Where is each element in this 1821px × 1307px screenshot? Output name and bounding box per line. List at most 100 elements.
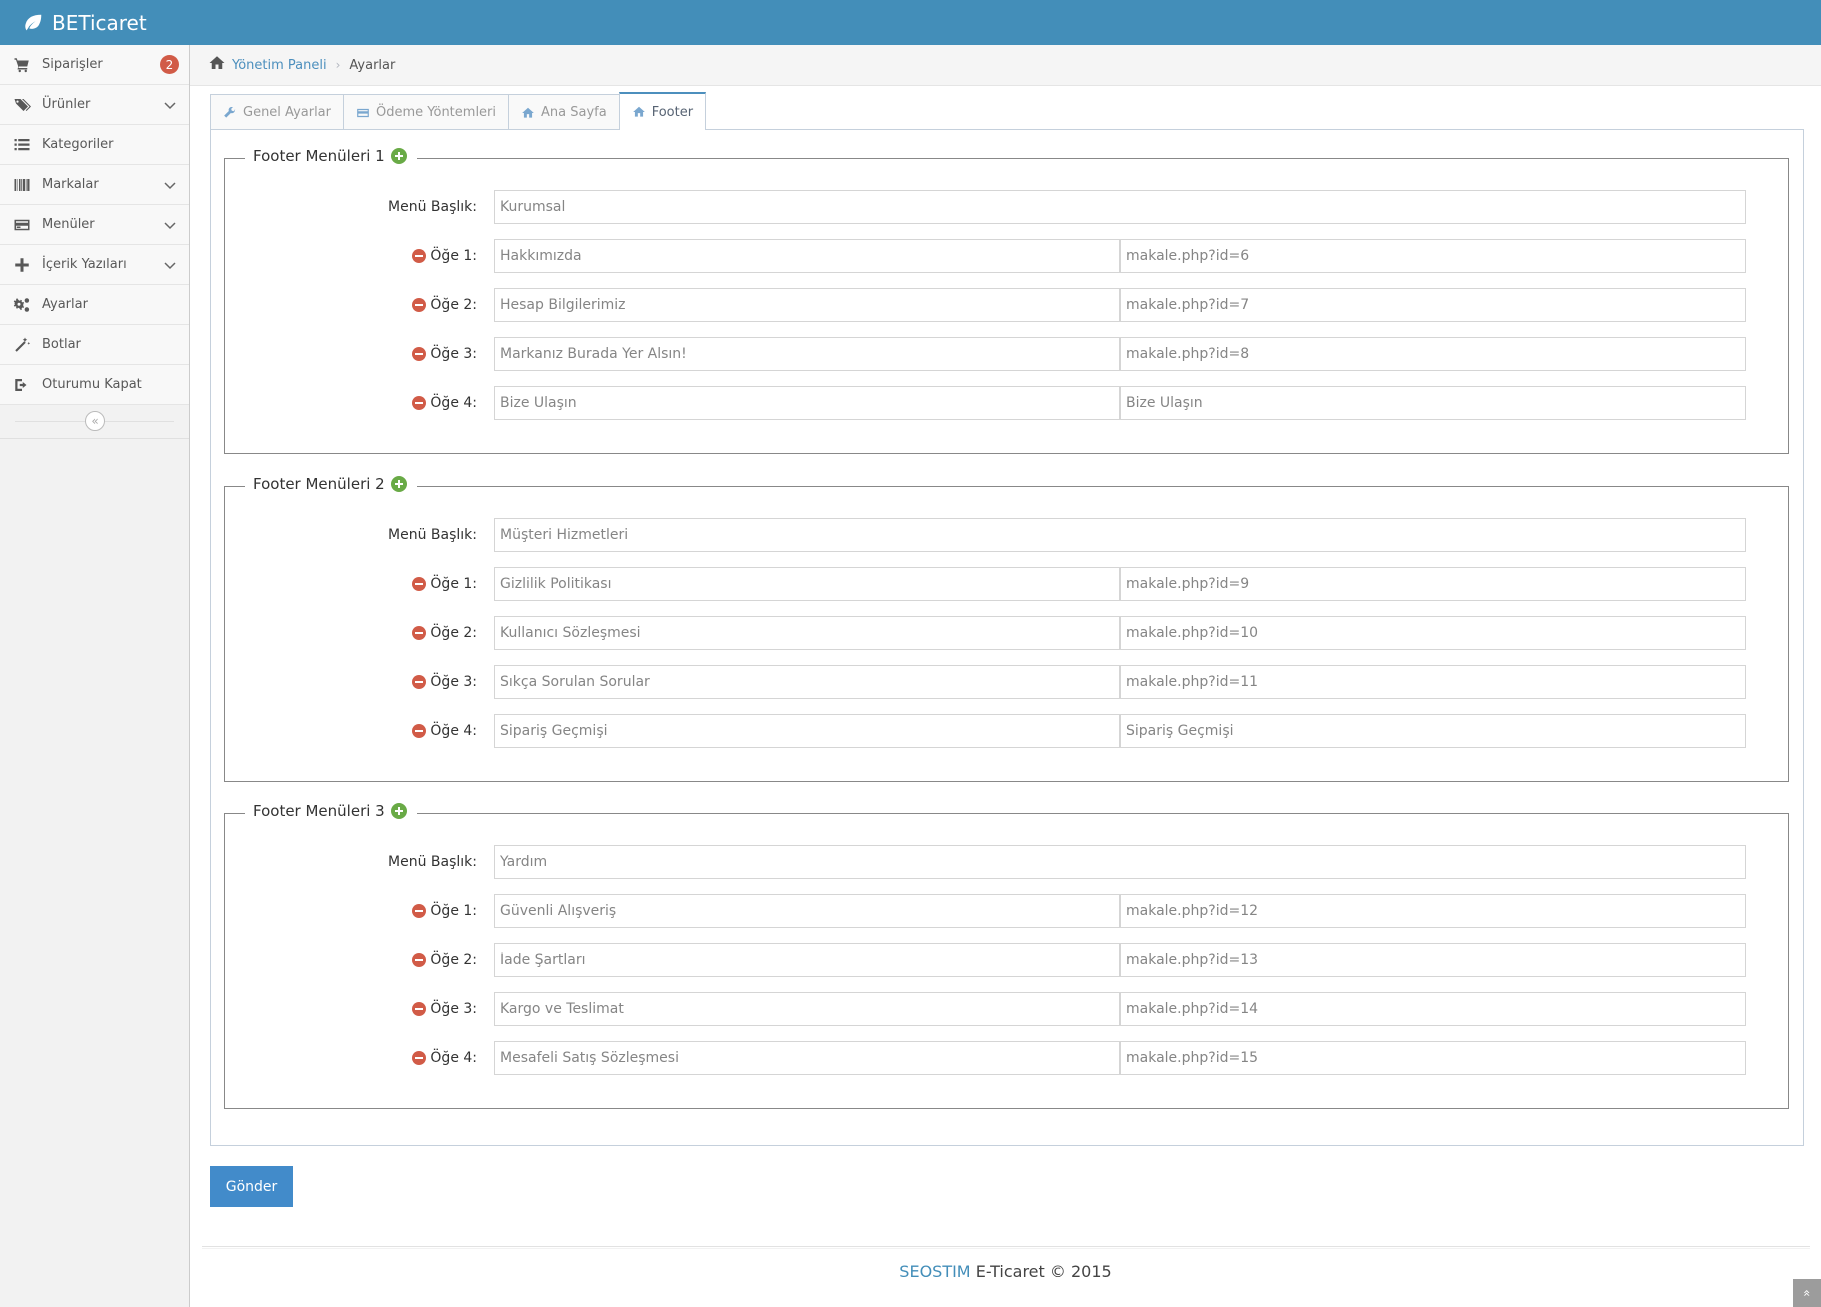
cogs-icon xyxy=(12,295,32,315)
menu-item-link-input[interactable] xyxy=(1120,992,1746,1026)
menu-item-link-input[interactable] xyxy=(1120,714,1746,748)
tab-label: Ana Sayfa xyxy=(541,105,607,120)
menu-item-link-input[interactable] xyxy=(1120,288,1746,322)
menu-item-label-text: Öğe 1: xyxy=(430,248,477,264)
menu-item-label-text: Öğe 4: xyxy=(430,1050,477,1066)
footer-menu-legend: Footer Menüleri 1 xyxy=(245,147,417,165)
remove-circle-icon[interactable] xyxy=(412,249,427,263)
menu-item-label: Öğe 4: xyxy=(412,1041,477,1075)
sidebar-item-menuler[interactable]: Menüler xyxy=(0,205,189,245)
remove-circle-icon[interactable] xyxy=(412,675,427,689)
menu-item-name-input[interactable] xyxy=(494,616,1120,650)
sidebar-collapse-button[interactable]: « xyxy=(85,411,105,431)
menu-item-name-input[interactable] xyxy=(494,665,1120,699)
menu-item-link-input[interactable] xyxy=(1120,665,1746,699)
sidebar-item-label: Oturumu Kapat xyxy=(42,377,142,392)
menu-item-label-text: Öğe 3: xyxy=(430,674,477,690)
shopping-cart-icon xyxy=(12,55,32,75)
sidebar-collapse-bar: « xyxy=(0,405,189,439)
plus-icon xyxy=(12,255,32,275)
menu-title-input[interactable] xyxy=(494,190,1746,224)
submit-button[interactable]: Gönder xyxy=(210,1166,293,1207)
remove-circle-icon[interactable] xyxy=(412,396,427,410)
menu-item-name-input[interactable] xyxy=(494,337,1120,371)
menu-item-name-input[interactable] xyxy=(494,567,1120,601)
menu-item-label: Öğe 2: xyxy=(412,288,477,322)
menu-item-row: Öğe 4: xyxy=(225,714,1788,748)
footer-menu-3: Footer Menüleri 3 Menü Başlık: Öğe 1: Öğ… xyxy=(224,802,1789,1109)
sidebar-item-markalar[interactable]: Markalar xyxy=(0,165,189,205)
menu-item-name-input[interactable] xyxy=(494,894,1120,928)
remove-circle-icon[interactable] xyxy=(412,626,427,640)
menu-item-link-input[interactable] xyxy=(1120,1041,1746,1075)
menu-item-name-input[interactable] xyxy=(494,288,1120,322)
remove-circle-icon[interactable] xyxy=(412,298,427,312)
menu-title-input[interactable] xyxy=(494,518,1746,552)
menu-title-row: Menü Başlık: xyxy=(225,845,1788,879)
menu-item-link-input[interactable] xyxy=(1120,567,1746,601)
tab-label: Genel Ayarlar xyxy=(243,105,331,120)
sidebar-item-siparisler[interactable]: Siparişler 2 xyxy=(0,45,189,85)
tab-genel-ayarlar[interactable]: Genel Ayarlar xyxy=(210,94,344,130)
menu-item-label: Öğe 4: xyxy=(412,714,477,748)
credit-card-icon xyxy=(357,108,369,117)
magic-wand-icon xyxy=(12,335,32,355)
menu-title-label: Menü Başlık: xyxy=(388,527,477,543)
remove-circle-icon[interactable] xyxy=(412,577,427,591)
sidebar-item-ayarlar[interactable]: Ayarlar xyxy=(0,285,189,325)
remove-circle-icon[interactable] xyxy=(412,953,427,967)
menu-item-label-text: Öğe 4: xyxy=(430,395,477,411)
barcode-icon xyxy=(12,175,32,195)
menu-item-row: Öğe 2: xyxy=(225,616,1788,650)
breadcrumb: Yönetim Paneli › Ayarlar xyxy=(190,45,1821,86)
menu-item-label: Öğe 2: xyxy=(412,616,477,650)
sidebar-item-botlar[interactable]: Botlar xyxy=(0,325,189,365)
menu-item-label-text: Öğe 2: xyxy=(430,297,477,313)
menu-item-link-input[interactable] xyxy=(1120,894,1746,928)
menu-title-input[interactable] xyxy=(494,845,1746,879)
menu-title-row: Menü Başlık: xyxy=(225,190,1788,224)
sidebar: Siparişler 2 Ürünler Kategoriler Markala… xyxy=(0,45,190,1307)
menu-item-row: Öğe 3: xyxy=(225,337,1788,371)
sidebar-item-label: Menüler xyxy=(42,217,95,232)
menu-item-link-input[interactable] xyxy=(1120,386,1746,420)
chevron-down-icon xyxy=(164,182,176,190)
sidebar-item-kategoriler[interactable]: Kategoriler xyxy=(0,125,189,165)
menu-item-row: Öğe 4: xyxy=(225,1041,1788,1075)
scroll-to-top-button[interactable]: « xyxy=(1793,1279,1821,1307)
remove-circle-icon[interactable] xyxy=(412,1002,427,1016)
settings-tabs: Genel Ayarlar Ödeme Yöntemleri Ana Sayfa… xyxy=(210,92,707,130)
menu-item-link-input[interactable] xyxy=(1120,337,1746,371)
menu-item-label-text: Öğe 3: xyxy=(430,1001,477,1017)
tab-footer[interactable]: Footer xyxy=(618,92,707,130)
wrench-icon xyxy=(224,106,236,118)
remove-circle-icon[interactable] xyxy=(412,1051,427,1065)
menu-item-label-text: Öğe 2: xyxy=(430,952,477,968)
menu-item-name-input[interactable] xyxy=(494,992,1120,1026)
brand[interactable]: BETicaret xyxy=(22,11,147,35)
add-circle-icon[interactable] xyxy=(390,476,407,492)
orders-count-badge: 2 xyxy=(160,55,179,74)
sidebar-item-urunler[interactable]: Ürünler xyxy=(0,85,189,125)
add-circle-icon[interactable] xyxy=(390,803,407,819)
menu-item-link-input[interactable] xyxy=(1120,616,1746,650)
menu-item-name-input[interactable] xyxy=(494,386,1120,420)
menu-item-link-input[interactable] xyxy=(1120,943,1746,977)
sidebar-item-icerik-yazilari[interactable]: İçerik Yazıları xyxy=(0,245,189,285)
tab-ana-sayfa[interactable]: Ana Sayfa xyxy=(508,94,620,130)
footer-menu-title: Footer Menüleri 1 xyxy=(253,147,385,165)
remove-circle-icon[interactable] xyxy=(412,347,427,361)
remove-circle-icon[interactable] xyxy=(412,904,427,918)
breadcrumb-home-link[interactable]: Yönetim Paneli xyxy=(232,58,327,73)
add-circle-icon[interactable] xyxy=(390,148,407,164)
sidebar-item-oturumu-kapat[interactable]: Oturumu Kapat xyxy=(0,365,189,405)
remove-circle-icon[interactable] xyxy=(412,724,427,738)
sidebar-item-label: Botlar xyxy=(42,337,81,352)
menu-item-name-input[interactable] xyxy=(494,239,1120,273)
menu-item-name-input[interactable] xyxy=(494,714,1120,748)
menu-item-link-input[interactable] xyxy=(1120,239,1746,273)
tab-odeme-yontemleri[interactable]: Ödeme Yöntemleri xyxy=(343,94,510,130)
menu-item-name-input[interactable] xyxy=(494,1041,1120,1075)
menu-item-row: Öğe 4: xyxy=(225,386,1788,420)
menu-item-name-input[interactable] xyxy=(494,943,1120,977)
